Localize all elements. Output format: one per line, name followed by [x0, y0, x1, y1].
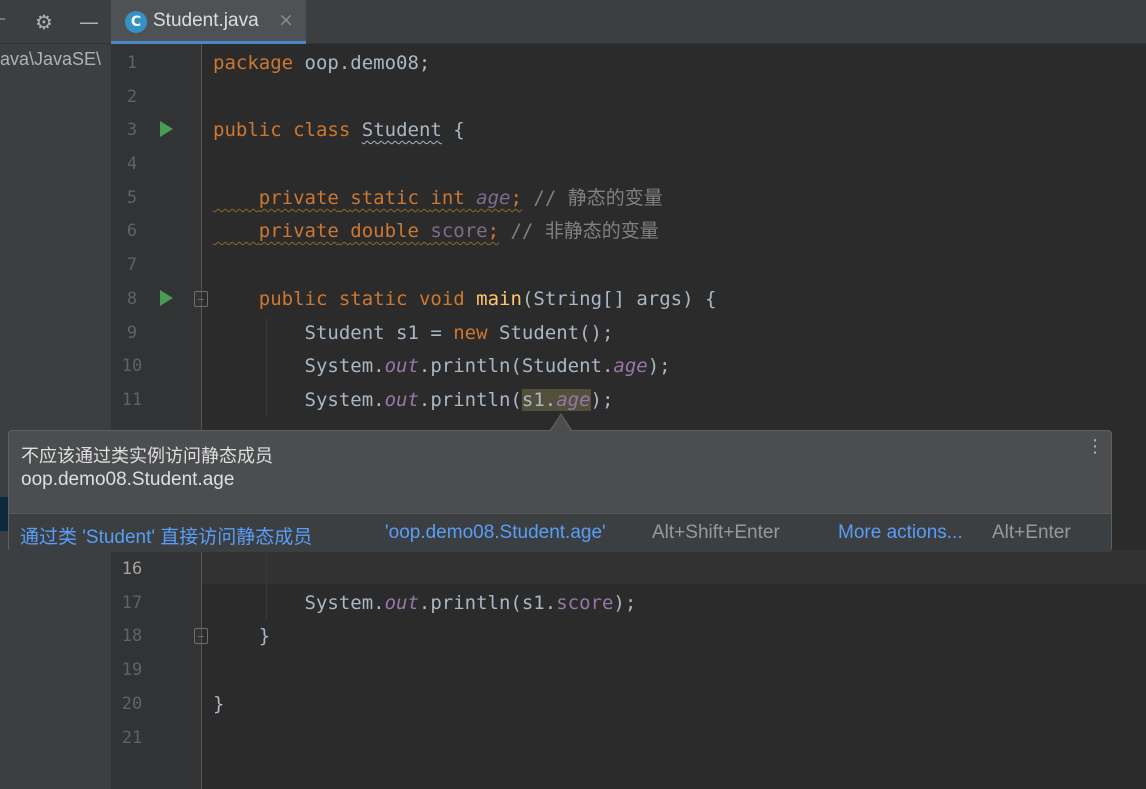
code-line-6[interactable]: private double score; // 非静态的变量 — [213, 214, 659, 248]
line-number: 11 — [121, 390, 143, 410]
line-number: 18 — [121, 626, 143, 646]
fold-icon[interactable] — [194, 628, 208, 644]
java-class-icon: C — [125, 11, 147, 33]
line-number: 5 — [126, 188, 138, 208]
fold-icon[interactable] — [194, 291, 208, 307]
quick-fix-target[interactable]: 'oop.demo08.Student.age' — [385, 522, 606, 544]
line-number: 1 — [126, 53, 138, 73]
line-number: 20 — [121, 694, 143, 714]
inspection-member: oop.demo08.Student.age — [21, 469, 235, 490]
project-path[interactable]: ava\JavaSE\ — [0, 49, 111, 70]
line-number: 19 — [121, 660, 143, 680]
close-icon[interactable]: × — [278, 9, 294, 31]
tab-student-java[interactable]: C Student.java × — [111, 0, 306, 44]
code-line-20[interactable]: } — [213, 687, 224, 721]
inspection-popup: 不应该通过类实例访问静态成员 oop.demo08.Student.age ⋮ … — [8, 430, 1112, 552]
warning-highlight[interactable]: s1.age — [521, 389, 591, 411]
quick-fix-shortcut: Alt+Shift+Enter — [652, 522, 780, 543]
line-number: 6 — [126, 221, 138, 241]
expand-icon[interactable]: ⁻ — [0, 11, 7, 33]
more-actions-shortcut: Alt+Enter — [992, 522, 1071, 543]
code-line-1[interactable]: package oop.demo08; — [213, 46, 430, 80]
code-line-18[interactable]: } — [213, 619, 270, 653]
quick-fix-link[interactable]: 通过类 'Student' 直接访问静态成员 — [20, 522, 312, 549]
current-line-highlight — [202, 550, 1146, 584]
line-number: 21 — [121, 728, 143, 748]
line-number: 10 — [121, 356, 143, 376]
minus-icon[interactable]: — — [79, 11, 99, 33]
line-number: 3 — [126, 120, 138, 140]
line-number: 4 — [126, 154, 138, 174]
more-options-icon[interactable]: ⋮ — [1086, 438, 1104, 456]
line-number: 17 — [121, 593, 143, 613]
line-number: 8 — [126, 289, 138, 309]
code-line-9[interactable]: Student s1 = new Student(); — [213, 316, 614, 350]
popup-pointer-inner — [551, 415, 571, 431]
code-line-8[interactable]: public static void main(String[] args) { — [213, 282, 717, 316]
tab-label: Student.java — [153, 10, 259, 31]
inspection-message: 不应该通过类实例访问静态成员 — [21, 446, 273, 466]
gear-icon[interactable]: ⚙ — [35, 11, 53, 33]
project-panel — [0, 44, 111, 789]
run-main-icon[interactable] — [160, 290, 173, 306]
editor-toolbar: ⁻ ⚙ — C Student.java × — [0, 0, 1146, 44]
code-line-5[interactable]: private static int age; // 静态的变量 — [213, 181, 663, 215]
line-number: 9 — [126, 323, 138, 343]
code-line-17[interactable]: System.out.println(s1.score); — [213, 586, 637, 620]
code-line-11[interactable]: System.out.println(s1.age); — [213, 383, 613, 417]
code-line-3[interactable]: public class Student { — [213, 113, 465, 147]
line-number: 7 — [126, 255, 138, 275]
run-class-icon[interactable] — [160, 121, 173, 137]
line-number: 2 — [126, 87, 138, 107]
project-selected-row[interactable] — [0, 497, 8, 531]
gutter-divider — [201, 44, 202, 789]
code-line-10[interactable]: System.out.println(Student.age); — [213, 349, 671, 383]
more-actions-link[interactable]: More actions... — [838, 522, 963, 544]
line-number-current: 16 — [121, 559, 143, 579]
popup-actions-bar: 通过类 'Student' 直接访问静态成员 'oop.demo08.Stude… — [9, 513, 1111, 552]
